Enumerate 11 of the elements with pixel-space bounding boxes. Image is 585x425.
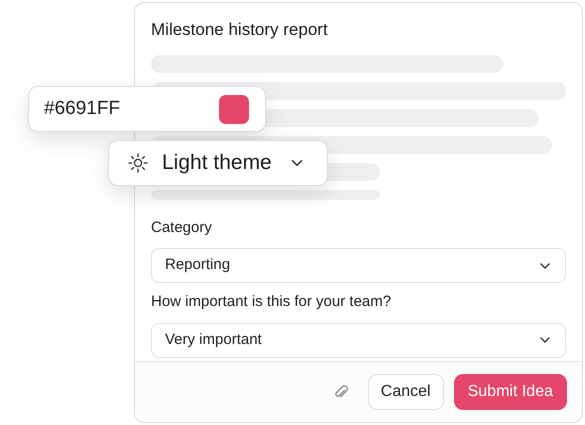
submit-button[interactable]: Submit Idea <box>454 374 567 410</box>
sun-icon <box>127 152 149 174</box>
theme-dropdown[interactable]: Light theme <box>108 140 328 186</box>
color-value[interactable]: #6691FF <box>44 94 120 124</box>
cancel-button[interactable]: Cancel <box>368 374 444 410</box>
color-swatch[interactable] <box>219 94 249 124</box>
field-label: Category <box>151 218 212 238</box>
select-field[interactable]: Reporting <box>151 248 566 283</box>
select-field[interactable]: Very important <box>151 322 566 358</box>
field-label: How important is this for your team? <box>151 292 392 312</box>
form-title: Milestone history report <box>151 19 328 41</box>
